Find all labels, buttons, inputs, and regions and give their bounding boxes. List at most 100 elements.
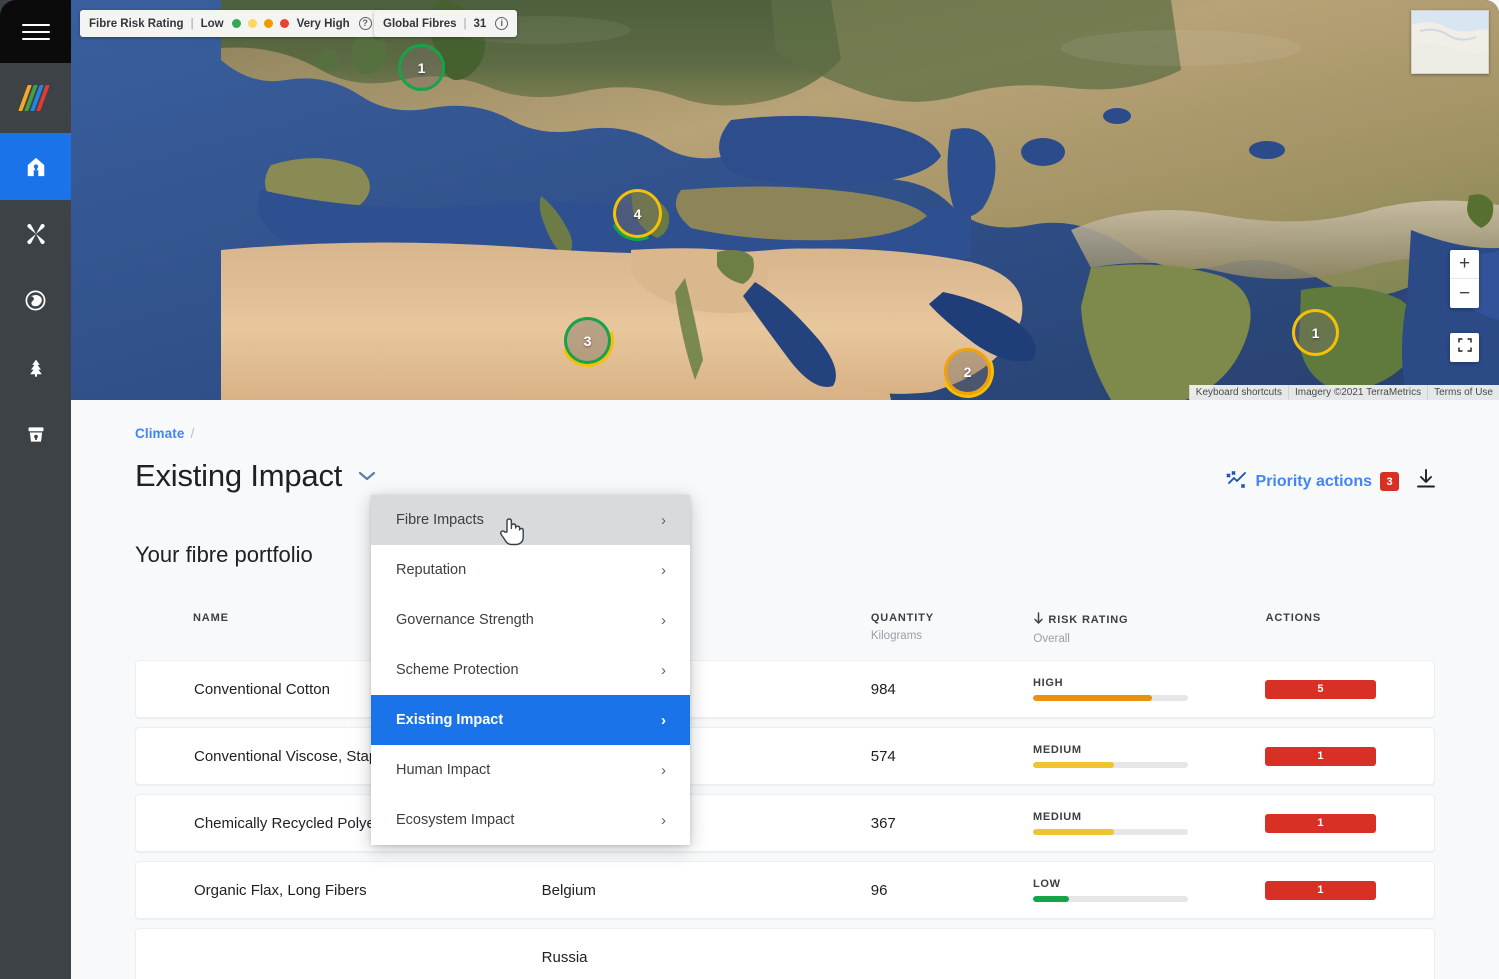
map-cluster-marker[interactable]: 2	[944, 348, 991, 395]
risk-legend-low-label: Low	[201, 18, 224, 30]
chevron-right-icon: ›	[661, 762, 666, 779]
sidebar-item-tools[interactable]	[0, 200, 71, 267]
risk-dot-very-high	[280, 19, 289, 28]
table-header-row: NAME ORIGIN QUANTITY Kilograms RI	[135, 612, 1435, 660]
chevron-right-icon: ›	[661, 662, 666, 679]
table-row[interactable]: Russia	[135, 928, 1435, 979]
map-zoom-controls[interactable]: + −	[1450, 250, 1479, 308]
menu-item-governance-strength[interactable]: Governance Strength ›	[371, 595, 690, 645]
hamburger-icon[interactable]	[22, 23, 50, 41]
minimap-image	[1412, 11, 1489, 74]
page-title-row: Existing Impact	[135, 458, 378, 494]
cell-actions: 1	[1265, 747, 1376, 766]
download-button[interactable]	[1415, 468, 1437, 495]
cell-risk-rating: LOW	[1033, 878, 1265, 902]
cell-risk-rating: MEDIUM	[1033, 811, 1265, 835]
fullscreen-button[interactable]	[1450, 333, 1479, 362]
map-cluster-marker[interactable]: 1	[398, 44, 445, 91]
table-row[interactable]: Conventional Cotton India 984 HIGH 5	[135, 660, 1435, 718]
table-row[interactable]: Organic Flax, Long Fibers Belgium 96 LOW…	[135, 861, 1435, 919]
cell-quantity: 574	[871, 748, 1033, 765]
map-cluster-marker[interactable]: 1	[1292, 309, 1339, 356]
global-fibres-separator: |	[464, 18, 467, 30]
sidebar-menu-toggle[interactable]	[0, 0, 71, 63]
risk-bar-track	[1033, 695, 1188, 701]
menu-item-reputation[interactable]: Reputation ›	[371, 545, 690, 595]
help-icon[interactable]: ?	[359, 17, 372, 30]
terms-of-use-link[interactable]: Terms of Use	[1427, 385, 1499, 400]
menu-item-human-impact[interactable]: Human Impact ›	[371, 745, 690, 795]
main-content: Climate / Existing Impact	[71, 400, 1499, 979]
map-satellite-image	[71, 0, 1499, 400]
cell-origin: Russia	[542, 949, 871, 966]
risk-legend-separator: |	[191, 18, 194, 30]
chevron-right-icon: ›	[661, 512, 666, 529]
actions-badge[interactable]: 5	[1265, 680, 1376, 699]
risk-dot-medium	[248, 19, 257, 28]
minimap[interactable]	[1411, 10, 1489, 74]
map-cluster-marker[interactable]: 4	[613, 189, 662, 238]
menu-item-scheme-protection[interactable]: Scheme Protection ›	[371, 645, 690, 695]
column-header-quantity: QUANTITY Kilograms	[871, 612, 1034, 642]
menu-item-fibre-impacts[interactable]: Fibre Impacts ›	[371, 495, 690, 545]
left-sidebar	[0, 0, 71, 979]
actions-badge[interactable]: 1	[1265, 747, 1376, 766]
map-cluster-marker[interactable]: 3	[564, 317, 611, 364]
priority-actions-label: Priority actions	[1256, 473, 1372, 491]
breadcrumb: Climate /	[135, 426, 194, 441]
table-row[interactable]: Conventional Viscose, Staple Indonesia 5…	[135, 727, 1435, 785]
archive-icon	[26, 424, 46, 445]
map-attribution: Keyboard shortcuts Imagery ©2021 TerraMe…	[1189, 385, 1499, 400]
zoom-out-button[interactable]: −	[1450, 279, 1479, 308]
page-title-dropdown-menu[interactable]: Fibre Impacts › Reputation › Governance …	[371, 495, 690, 845]
risk-bar-track	[1033, 762, 1188, 768]
sparkle-chart-icon	[1226, 470, 1248, 493]
risk-bar-fill	[1033, 829, 1114, 835]
home-icon	[25, 156, 47, 178]
cell-quantity: 984	[871, 681, 1033, 698]
cluster-count: 1	[1312, 325, 1320, 341]
fibre-risk-rating-legend[interactable]: Fibre Risk Rating | Low Very High ?	[80, 10, 381, 37]
header-actions: Priority actions 3	[1226, 468, 1437, 495]
risk-bar-fill	[1033, 695, 1152, 701]
global-fibres-chip[interactable]: Global Fibres | 31 i	[374, 10, 517, 37]
menu-item-ecosystem-impact[interactable]: Ecosystem Impact ›	[371, 795, 690, 845]
global-fibres-title: Global Fibres	[383, 18, 457, 30]
sidebar-item-archive[interactable]	[0, 401, 71, 468]
table-row[interactable]: Chemically Recycled Polyester (GRS) Chin…	[135, 794, 1435, 852]
cell-quantity: 367	[871, 815, 1033, 832]
breadcrumb-climate-link[interactable]: Climate	[135, 426, 184, 441]
risk-bar-fill	[1033, 896, 1069, 902]
tree-icon	[26, 357, 46, 379]
keyboard-shortcuts-link[interactable]: Keyboard shortcuts	[1189, 385, 1288, 400]
risk-level-label: MEDIUM	[1033, 744, 1265, 756]
cell-risk-rating: MEDIUM	[1033, 744, 1265, 768]
column-header-risk-rating[interactable]: RISK RATING Overall	[1033, 612, 1265, 645]
imagery-credit: Imagery ©2021 TerraMetrics	[1288, 385, 1427, 400]
section-title: Your fibre portfolio	[135, 542, 313, 568]
app-root: Fibre Risk Rating | Low Very High ? Glob…	[0, 0, 1499, 979]
breadcrumb-separator: /	[190, 426, 194, 441]
menu-item-existing-impact[interactable]: Existing Impact ›	[371, 695, 690, 745]
priority-actions-button[interactable]: Priority actions 3	[1226, 470, 1399, 493]
sidebar-item-nature[interactable]	[0, 334, 71, 401]
chevron-right-icon: ›	[661, 812, 666, 829]
sidebar-item-logo[interactable]	[0, 63, 71, 133]
download-icon	[1415, 468, 1437, 495]
logo-icon	[16, 85, 55, 111]
fullscreen-icon	[1458, 338, 1472, 357]
zoom-in-button[interactable]: +	[1450, 250, 1479, 279]
risk-bar-track	[1033, 896, 1188, 902]
map-panel[interactable]: Fibre Risk Rating | Low Very High ? Glob…	[71, 0, 1499, 400]
actions-badge[interactable]: 1	[1265, 881, 1376, 900]
actions-badge[interactable]: 1	[1265, 814, 1376, 833]
sidebar-item-home[interactable]	[0, 133, 71, 200]
sidebar-item-globe[interactable]	[0, 267, 71, 334]
chevron-down-icon[interactable]	[356, 469, 378, 483]
cell-quantity: 96	[871, 882, 1033, 899]
info-icon[interactable]: i	[495, 17, 508, 30]
chevron-right-icon: ›	[661, 562, 666, 579]
risk-dot-high	[264, 19, 273, 28]
risk-level-label: MEDIUM	[1033, 811, 1265, 823]
risk-legend-title: Fibre Risk Rating	[89, 18, 184, 30]
